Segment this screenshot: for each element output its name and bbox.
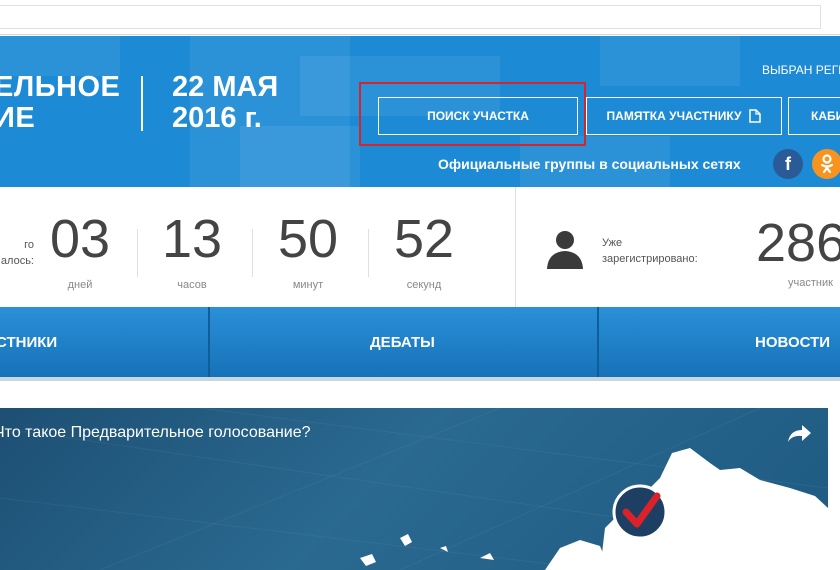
person-icon <box>547 231 583 269</box>
hero-title: ЕЛЬНОЕ ИЕ <box>0 71 121 134</box>
social-groups-text: Официальные группы в социальных сетях <box>438 156 741 172</box>
nav-item-debates[interactable]: ДЕБАТЫ <box>370 307 435 377</box>
countdown-seconds-value: 52 <box>393 209 455 269</box>
address-bar-edge <box>0 5 821 29</box>
browser-top-bar <box>0 0 840 35</box>
odnoklassniki-glyph <box>820 154 834 174</box>
countdown-hours: 13 часов <box>134 209 250 291</box>
countdown-hours-label: часов <box>177 279 207 291</box>
main-nav: СТНИКИ ДЕБАТЫ НОВОСТИ <box>0 307 840 381</box>
share-icon[interactable] <box>786 422 812 444</box>
odnoklassniki-icon[interactable] <box>812 149 840 179</box>
countdown-days-value: 03 <box>49 209 111 269</box>
nav-item-participants[interactable]: СТНИКИ <box>0 307 57 377</box>
registered-count: 286 <box>756 213 840 273</box>
countdown-minutes-label: минут <box>292 279 324 291</box>
nav-item-news[interactable]: НОВОСТИ <box>755 307 830 377</box>
election-date: 22 МАЯ 2016 г. <box>172 71 279 134</box>
hero-banner: ЕЛЬНОЕ ИЕ 22 МАЯ 2016 г. ВЫБРАН РЕГИ ПОИ… <box>0 36 840 187</box>
participant-memo-label: ПАМЯТКА УЧАСТНИКУ <box>606 109 742 123</box>
registered-panel: Уже зарегистрировано: 286 участник <box>516 187 840 307</box>
region-selector[interactable]: ВЫБРАН РЕГИ <box>762 63 840 77</box>
countdown-minutes: 50 минут <box>250 209 366 291</box>
nav-separator <box>208 307 210 377</box>
cabinet-label: КАБИ <box>811 109 840 123</box>
video-title: Что такое Предварительное голосование? <box>0 424 311 441</box>
participant-memo-button[interactable]: ПАМЯТКА УЧАСТНИКУ <box>586 97 782 135</box>
countdown-days: 03 дней <box>22 209 138 291</box>
cabinet-button[interactable]: КАБИ <box>788 97 840 135</box>
registered-unit: участник <box>788 277 833 289</box>
document-icon <box>749 109 762 123</box>
countdown-days-label: дней <box>67 279 93 291</box>
video-player[interactable]: Что такое Предварительное голосование? <box>0 408 828 570</box>
highlight-box <box>359 82 586 146</box>
countdown-seconds: 52 секунд <box>366 209 482 291</box>
countdown-seconds-label: секунд <box>406 279 442 291</box>
countdown-minutes-value: 50 <box>277 209 339 269</box>
registered-label: Уже зарегистрировано: <box>602 237 698 265</box>
countdown-panel: го алось: 03 дней 13 часов 50 минут 52 с… <box>0 187 515 307</box>
hero-divider <box>141 76 143 131</box>
nav-separator <box>597 307 599 377</box>
facebook-icon[interactable]: f <box>773 149 803 179</box>
countdown-hours-value: 13 <box>161 209 223 269</box>
